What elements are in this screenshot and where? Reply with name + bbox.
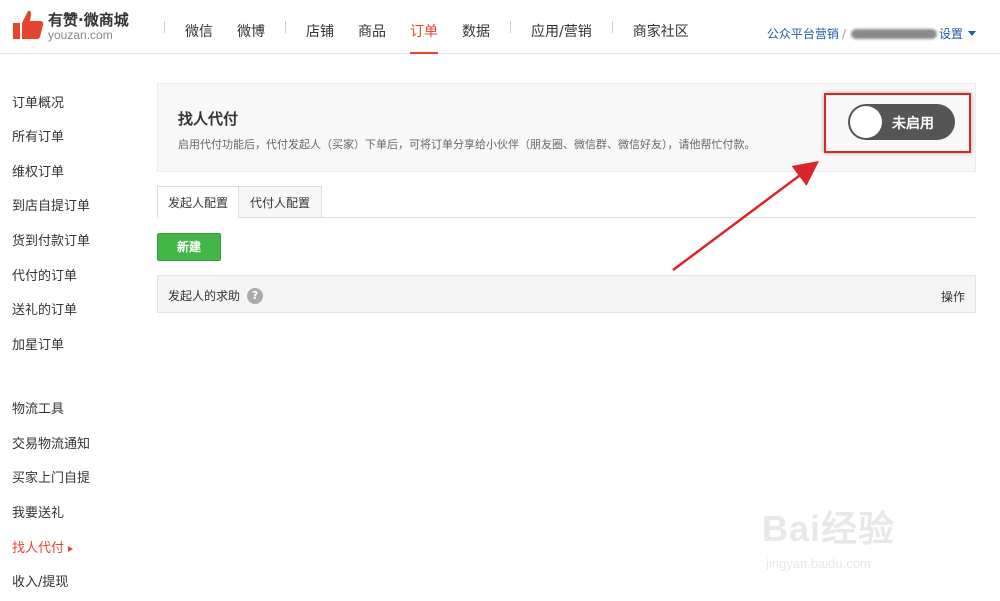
account-divider: / [841,26,846,41]
nav-divider [164,21,165,33]
nav-divider [285,21,286,33]
nav-item-apps-marketing[interactable]: 应用/营销 [519,0,604,54]
feature-description: 启用代付功能后，代付发起人（买家）下单后，可将订单分享给小伙伴（朋友圈、微信群、… [178,138,756,151]
nav-item-community[interactable]: 商家社区 [621,0,701,54]
watermark-text: Bai经验 [762,508,896,549]
sidebar-item-rights-orders[interactable]: 维权订单 [12,161,64,180]
sidebar-item-order-overview[interactable]: 订单概况 [12,92,64,111]
account-id-redacted [850,28,937,39]
new-button[interactable]: 新建 [157,233,221,261]
tab-initiator-config[interactable]: 发起人配置 [157,186,239,218]
column-label: 发起人的求助 [168,289,241,303]
nav-item-weibo[interactable]: 微博 [225,0,277,54]
nav-divider [611,21,613,33]
chevron-down-icon[interactable] [968,31,976,36]
nav-divider [510,21,511,33]
brand-name: 有赞·微商城 [48,11,129,29]
column-actions: 操作 [940,290,965,304]
nav-item-wechat[interactable]: 微信 [173,0,225,54]
table-header: 发起人的求助 ? 操作 [157,275,976,313]
sidebar-item-starred-orders[interactable]: 加星订单 [12,334,64,353]
top-header: 有赞·微商城 youzan.com 微信 微博 店铺 商品 订单 数据 应用/营… [0,0,1000,54]
feature-title: 找人代付 [178,110,239,128]
sidebar-item-proxy-pay-orders[interactable]: 代付的订单 [12,265,77,284]
youzan-logo[interactable]: 有赞·微商城 youzan.com [12,7,142,45]
main-nav: 微信 微博 店铺 商品 订单 数据 应用/营销 商家社区 [156,0,701,54]
thumbs-up-logo-icon [13,10,44,40]
sidebar-item-logistics-notice[interactable]: 交易物流通知 [12,433,90,452]
help-icon[interactable]: ? [247,287,264,304]
sidebar-item-gift-orders[interactable]: 送礼的订单 [12,299,77,318]
sidebar-item-logistics-tools[interactable]: 物流工具 [12,398,64,417]
sidebar-item-send-gift[interactable]: 我要送礼 [12,502,64,521]
platform-marketing-link[interactable]: 公众平台营销 [767,25,839,42]
sidebar-item-income-withdraw[interactable]: 收入/提现 [12,571,68,590]
nav-item-products[interactable]: 商品 [346,0,398,54]
baidu-watermark: Bai经验 jingyan.baidu.com [762,500,962,580]
sidebar-item-buyer-pickup[interactable]: 买家上门自提 [12,467,90,486]
proxy-pay-toggle[interactable]: 未启用 [848,104,955,140]
brand-domain: youzan.com [48,28,113,42]
sidebar-item-all-orders[interactable]: 所有订单 [12,126,64,145]
sidebar-item-pickup-orders[interactable]: 到店自提订单 [12,195,90,214]
nav-item-store[interactable]: 店铺 [294,0,346,54]
caret-right-icon [68,545,74,552]
config-tabs: 发起人配置 代付人配置 [157,186,976,218]
toggle-knob[interactable] [850,106,882,138]
sidebar-item-cod-orders[interactable]: 货到付款订单 [12,230,90,249]
tab-payer-config[interactable]: 代付人配置 [238,186,322,218]
sidebar-item-find-proxy-payer[interactable]: 找人代付 [12,537,74,556]
column-initiator-request: 发起人的求助 ? [168,287,264,304]
settings-link[interactable]: 设置 [939,25,963,42]
nav-item-orders[interactable]: 订单 [398,0,450,54]
nav-item-data[interactable]: 数据 [450,0,502,54]
watermark-url: jingyan.baidu.com [766,556,871,571]
toggle-label: 未启用 [892,116,934,132]
sidebar-item-label: 找人代付 [12,541,65,556]
account-area: 公众平台营销 / 设置 [767,25,976,42]
